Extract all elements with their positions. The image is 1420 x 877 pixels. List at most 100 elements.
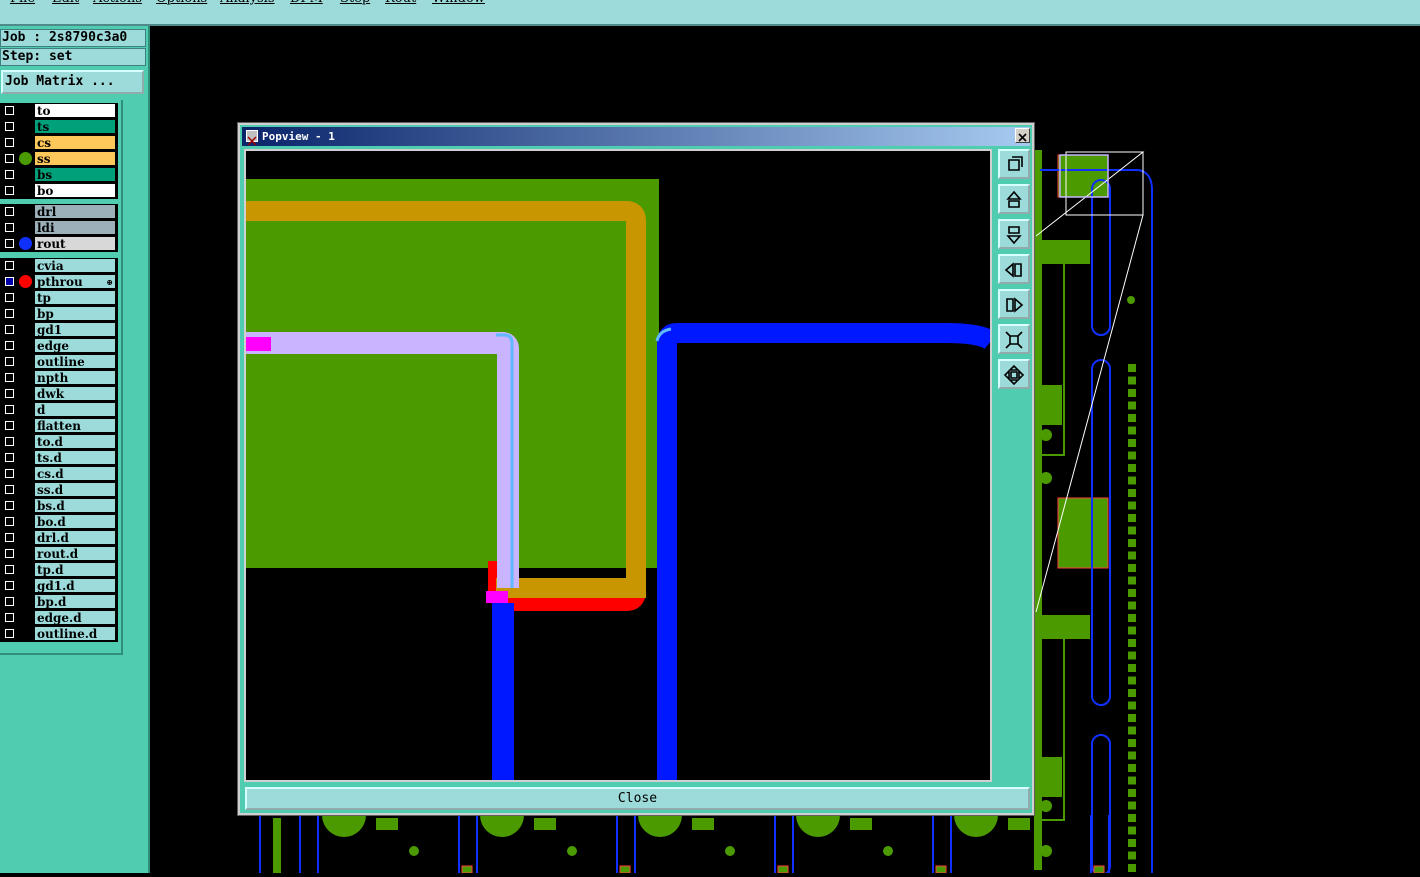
layer-row[interactable]: bp — [0, 306, 118, 322]
close-button[interactable]: Close — [245, 787, 1030, 810]
layer-checkbox[interactable] — [5, 597, 14, 606]
menu-actions[interactable]: Actions — [93, 0, 142, 6]
zoom-fit-button[interactable] — [998, 324, 1030, 354]
layer-checkbox[interactable] — [5, 549, 14, 558]
layer-name[interactable]: cs — [34, 135, 116, 150]
layer-name[interactable]: outline.d — [34, 626, 116, 641]
layer-row[interactable]: ss — [0, 151, 118, 167]
layer-name[interactable]: ldi — [34, 220, 116, 235]
layer-checkbox[interactable] — [5, 581, 14, 590]
layer-name[interactable]: edge — [34, 338, 116, 353]
layer-checkbox[interactable] — [5, 357, 14, 366]
layer-checkbox[interactable] — [5, 373, 14, 382]
layer-row[interactable]: dwk — [0, 386, 118, 402]
layer-checkbox[interactable] — [5, 170, 14, 179]
layer-row[interactable]: drl — [0, 204, 118, 220]
layer-name[interactable]: ss — [34, 151, 116, 166]
layer-checkbox[interactable] — [5, 405, 14, 414]
layer-name[interactable]: bs.d — [34, 498, 116, 513]
layer-row[interactable]: drl.d — [0, 530, 118, 546]
layer-checkbox[interactable] — [5, 341, 14, 350]
layer-row[interactable]: d — [0, 402, 118, 418]
layer-name[interactable]: to.d — [34, 434, 116, 449]
layer-name[interactable]: ts.d — [34, 450, 116, 465]
layer-row[interactable]: bs — [0, 167, 118, 183]
zoom-center-button[interactable] — [998, 359, 1030, 389]
menu-window[interactable]: Window — [432, 0, 485, 6]
layer-checkbox[interactable] — [5, 565, 14, 574]
layer-checkbox[interactable] — [5, 437, 14, 446]
zoom-home-button[interactable] — [998, 149, 1030, 179]
layer-name[interactable]: gd1.d — [34, 578, 116, 593]
layer-row[interactable]: rout — [0, 236, 118, 252]
layer-name[interactable]: tp.d — [34, 562, 116, 577]
layer-checkbox[interactable] — [5, 485, 14, 494]
layer-row[interactable]: ss.d — [0, 482, 118, 498]
layer-checkbox[interactable] — [5, 122, 14, 131]
pan-left-button[interactable] — [998, 254, 1030, 284]
layer-name[interactable]: bo.d — [34, 514, 116, 529]
menu-file[interactable]: File — [10, 0, 35, 6]
layer-name[interactable]: rout.d — [34, 546, 116, 561]
layer-row[interactable]: ts.d — [0, 450, 118, 466]
popview-canvas[interactable] — [244, 149, 992, 782]
pan-right-button[interactable] — [998, 289, 1030, 319]
layer-row[interactable]: ldi — [0, 220, 118, 236]
job-matrix-button[interactable]: Job Matrix ... — [1, 70, 144, 94]
layer-name[interactable]: edge.d — [34, 610, 116, 625]
layer-name[interactable]: flatten — [34, 418, 116, 433]
layer-row[interactable]: pthrou ⊕ — [0, 274, 118, 290]
layer-name[interactable]: bo — [34, 183, 116, 198]
menu-step[interactable]: Step — [340, 0, 370, 6]
layer-checkbox[interactable] — [5, 309, 14, 318]
layer-name[interactable]: ts — [34, 119, 116, 134]
layer-name[interactable]: ss.d — [34, 482, 116, 497]
popview-titlebar[interactable]: Popview - 1 — [242, 127, 1030, 146]
pan-up-button[interactable] — [998, 184, 1030, 214]
layer-row[interactable]: edge — [0, 338, 118, 354]
layer-checkbox[interactable] — [5, 421, 14, 430]
menu-dfm[interactable]: DFM — [290, 0, 323, 6]
layer-name[interactable]: rout — [34, 236, 116, 251]
layer-row[interactable]: cvia — [0, 258, 118, 274]
layer-checkbox[interactable] — [5, 629, 14, 638]
layer-checkbox[interactable] — [5, 469, 14, 478]
layer-row[interactable]: edge.d — [0, 610, 118, 626]
layer-row[interactable]: bp.d — [0, 594, 118, 610]
layer-row[interactable]: cs — [0, 135, 118, 151]
layer-checkbox[interactable] — [5, 389, 14, 398]
layer-row[interactable]: bo.d — [0, 514, 118, 530]
menu-analysis[interactable]: Analysis — [220, 0, 275, 6]
layer-checkbox[interactable] — [5, 223, 14, 232]
layer-checkbox[interactable] — [5, 106, 14, 115]
layer-row[interactable]: npth — [0, 370, 118, 386]
layer-row[interactable]: bs.d — [0, 498, 118, 514]
layer-row[interactable]: gd1 — [0, 322, 118, 338]
layer-row[interactable]: rout.d — [0, 546, 118, 562]
layer-name[interactable]: bp — [34, 306, 116, 321]
layer-row[interactable]: gd1.d — [0, 578, 118, 594]
layer-row[interactable]: tp — [0, 290, 118, 306]
layer-name[interactable]: dwk — [34, 386, 116, 401]
layer-name[interactable]: d — [34, 402, 116, 417]
layer-checkbox[interactable] — [5, 613, 14, 622]
layer-name[interactable]: cvia — [34, 258, 116, 273]
layer-row[interactable]: outline — [0, 354, 118, 370]
pan-down-button[interactable] — [998, 219, 1030, 249]
menu-options[interactable]: Options — [156, 0, 207, 6]
layer-checkbox[interactable] — [5, 293, 14, 302]
layer-checkbox[interactable] — [5, 186, 14, 195]
layer-row[interactable]: cs.d — [0, 466, 118, 482]
layer-name[interactable]: pthrou ⊕ — [34, 274, 116, 289]
layer-row[interactable]: to.d — [0, 434, 118, 450]
layer-checkbox[interactable] — [5, 277, 14, 286]
layer-checkbox[interactable] — [5, 261, 14, 270]
layer-row[interactable]: flatten — [0, 418, 118, 434]
layer-name[interactable]: npth — [34, 370, 116, 385]
layer-checkbox[interactable] — [5, 138, 14, 147]
layer-row[interactable]: bo — [0, 183, 118, 199]
layer-checkbox[interactable] — [5, 517, 14, 526]
layer-name[interactable]: drl.d — [34, 530, 116, 545]
layer-name[interactable]: bp.d — [34, 594, 116, 609]
layer-checkbox[interactable] — [5, 501, 14, 510]
